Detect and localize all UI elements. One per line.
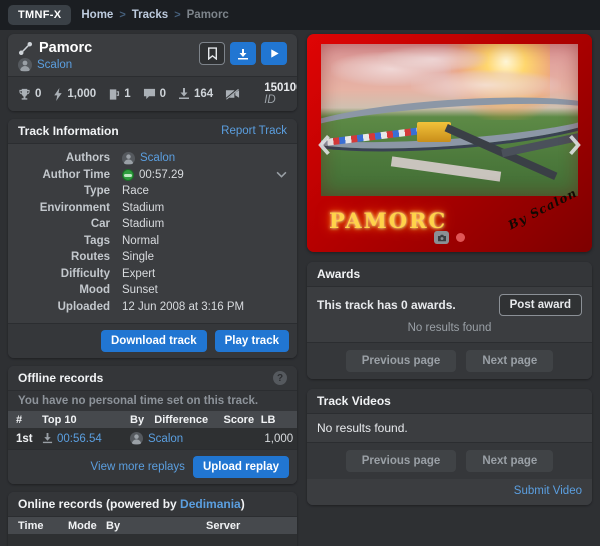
chevron-right-icon bbox=[568, 134, 582, 156]
info-row-car: Car Stadium bbox=[90, 218, 165, 231]
track-videos-panel: Track Videos No results found. Previous … bbox=[307, 389, 592, 505]
offline-records-panel: Offline records ? You have no personal t… bbox=[8, 366, 297, 484]
help-icon[interactable]: ? bbox=[273, 371, 287, 385]
record-time-link[interactable]: 00:56.54 bbox=[57, 433, 102, 445]
site-logo[interactable]: TMNF-X bbox=[8, 5, 72, 25]
info-row-authors: Authors Scalon bbox=[65, 151, 176, 165]
submit-video-link[interactable]: Submit Video bbox=[514, 485, 582, 497]
author-link[interactable]: Scalon bbox=[140, 152, 175, 164]
upload-replay-button[interactable]: Upload replay bbox=[192, 456, 289, 478]
report-track-link[interactable]: Report Track bbox=[221, 125, 287, 137]
info-row-tags: Tags Normal bbox=[84, 234, 160, 247]
awards-summary: This track has 0 awards. bbox=[317, 298, 456, 312]
info-row-environment: Environment Stadium bbox=[39, 201, 165, 214]
comment-icon bbox=[143, 88, 156, 100]
route-icon bbox=[18, 41, 33, 56]
breadcrumb-tracks[interactable]: Tracks bbox=[132, 9, 168, 21]
info-row-uploaded: Uploaded 12 Jun 2008 at 3:16 PM bbox=[57, 300, 245, 313]
panel-title: Awards bbox=[317, 267, 361, 281]
breadcrumb: Home > Tracks > Pamorc bbox=[81, 9, 228, 21]
dedimania-link[interactable]: Dedimania bbox=[180, 497, 241, 511]
author-avatar bbox=[122, 151, 135, 165]
panel-title: Offline records bbox=[18, 371, 104, 385]
online-records-panel: Online records (powered by Dedimania) Ti… bbox=[8, 492, 297, 546]
track-stats-bar: 0 1,000 1 0 164 15010 ID bbox=[8, 76, 297, 111]
download-icon bbox=[237, 48, 249, 60]
play-icon bbox=[269, 48, 280, 59]
previous-page-button[interactable]: Previous page bbox=[345, 450, 457, 472]
carousel-dot[interactable] bbox=[456, 233, 465, 242]
panel-title: Online records (powered by Dedimania) bbox=[18, 497, 245, 511]
replay-download-icon bbox=[42, 433, 53, 444]
info-row-type: Type Race bbox=[84, 185, 149, 198]
author-link[interactable]: Scalon bbox=[37, 59, 72, 71]
track-information-panel: Track Information Report Track Authors S… bbox=[8, 119, 297, 358]
bookmark-button[interactable] bbox=[199, 42, 225, 65]
download-track-button[interactable]: Download track bbox=[101, 330, 207, 352]
info-row-routes: Routes Single bbox=[71, 251, 154, 264]
stat-downloads: 164 bbox=[178, 88, 213, 100]
awards-panel: Awards This track has 0 awards. Post awa… bbox=[307, 262, 592, 379]
cup-icon bbox=[108, 88, 120, 101]
record-player-link[interactable]: Scalon bbox=[148, 433, 183, 445]
panel-title: Track Videos bbox=[317, 394, 391, 408]
next-page-button[interactable]: Next page bbox=[466, 350, 554, 372]
video-off-icon bbox=[225, 88, 240, 100]
next-page-button[interactable]: Next page bbox=[466, 450, 554, 472]
breadcrumb-home[interactable]: Home bbox=[81, 9, 113, 21]
leaderboard-x-icon: ✕ bbox=[293, 432, 297, 446]
bookmark-icon bbox=[207, 47, 218, 60]
top-nav-bar: TMNF-X Home > Tracks > Pamorc bbox=[0, 0, 600, 30]
stat-awards: 0 bbox=[18, 88, 41, 101]
play-button[interactable] bbox=[261, 42, 287, 65]
download-button[interactable] bbox=[230, 42, 256, 65]
download-tray-icon bbox=[178, 88, 190, 100]
info-row-difficulty: Difficulty Expert bbox=[60, 267, 156, 280]
info-row-author-time: Author Time 00:57.29 bbox=[18, 167, 287, 184]
online-empty-state: No online records found bbox=[8, 534, 297, 546]
offline-record-row[interactable]: 1st 00:56.54 Scalon 1,000 bbox=[8, 428, 297, 449]
carousel-indicators bbox=[307, 231, 592, 244]
carousel-prev-button[interactable] bbox=[313, 130, 335, 160]
personal-time-notice: You have no personal time set on this tr… bbox=[8, 391, 297, 411]
play-track-button[interactable]: Play track bbox=[214, 330, 289, 352]
camera-indicator[interactable] bbox=[434, 231, 449, 244]
stat-comments: 0 bbox=[143, 88, 166, 100]
info-row-mood: Mood Sunset bbox=[79, 284, 158, 297]
track-header-panel: Pamorc Scalon 0 1,000 1 0 164 15010 ID bbox=[8, 34, 297, 111]
track-screenshot bbox=[321, 44, 578, 196]
post-award-button[interactable]: Post award bbox=[498, 294, 582, 316]
record-score: 1,000 bbox=[264, 432, 294, 445]
chevron-down-icon[interactable] bbox=[276, 171, 287, 179]
track-image-card: PAMORC By Scalon bbox=[307, 34, 592, 252]
author-avatar bbox=[18, 58, 32, 72]
panel-title: Track Information bbox=[18, 124, 119, 138]
car-crash-icon bbox=[136, 541, 170, 546]
offline-table-header: # Top 10 By Difference Score LB bbox=[8, 411, 297, 428]
page: TMNF-X Home > Tracks > Pamorc Pamorc Sca… bbox=[0, 0, 600, 546]
chevron-right-icon: > bbox=[119, 9, 126, 21]
previous-page-button[interactable]: Previous page bbox=[345, 350, 457, 372]
stat-cups: 1 bbox=[108, 88, 131, 101]
videos-empty-text: No results found. bbox=[307, 414, 592, 443]
trophy-icon bbox=[18, 88, 31, 101]
awards-empty-text: No results found bbox=[407, 322, 492, 334]
stat-points: 1,000 bbox=[53, 87, 96, 101]
track-title: Pamorc bbox=[39, 40, 93, 56]
track-name-graphic: PAMORC bbox=[329, 208, 448, 233]
chevron-left-icon bbox=[317, 134, 331, 156]
bolt-icon bbox=[53, 87, 63, 101]
view-more-replays-link[interactable]: View more replays bbox=[91, 461, 185, 473]
track-id: 150100 ID bbox=[264, 82, 297, 106]
stat-video bbox=[225, 88, 240, 100]
chevron-right-icon: > bbox=[174, 9, 181, 21]
record-avatar bbox=[130, 432, 143, 445]
online-table-header: Time Mode By Server bbox=[8, 517, 297, 534]
author-medal-icon bbox=[122, 168, 134, 181]
record-position: 1st bbox=[16, 432, 33, 445]
breadcrumb-current: Pamorc bbox=[186, 9, 229, 21]
carousel-next-button[interactable] bbox=[564, 130, 586, 160]
